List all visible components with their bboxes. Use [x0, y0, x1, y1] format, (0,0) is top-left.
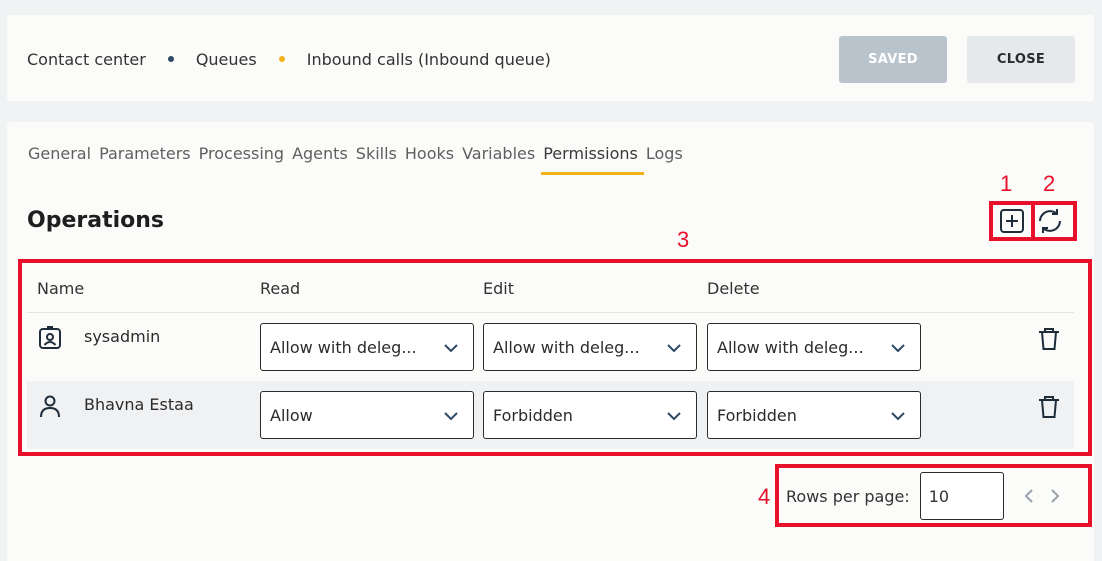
breadcrumb-item-current: Inbound calls (Inbound queue) — [306, 49, 551, 69]
breadcrumb-separator-dot-active — [278, 56, 285, 62]
tab-permissions[interactable]: Permissions — [541, 144, 644, 175]
annotation-box-4 — [775, 464, 1092, 527]
close-button[interactable]: CLOSE — [967, 36, 1075, 83]
tab-bar: General Parameters Processing Agents Ski… — [28, 144, 691, 175]
annotation-label-2: 2 — [1043, 171, 1056, 196]
tab-logs[interactable]: Logs — [646, 144, 683, 173]
saved-button[interactable]: SAVED — [839, 36, 947, 83]
tab-parameters[interactable]: Parameters — [99, 144, 191, 173]
breadcrumb: Contact center Queues Inbound calls (Inb… — [27, 48, 551, 70]
breadcrumb-item-contact-center[interactable]: Contact center — [27, 50, 146, 69]
breadcrumb-separator-dot — [167, 56, 174, 62]
annotation-box-1 — [989, 201, 1035, 241]
section-title: Operations — [27, 208, 164, 233]
tab-agents[interactable]: Agents — [292, 144, 348, 173]
tab-hooks[interactable]: Hooks — [405, 144, 454, 173]
tab-processing[interactable]: Processing — [199, 144, 284, 173]
annotation-box-2 — [1031, 201, 1077, 241]
annotation-label-3: 3 — [677, 227, 690, 252]
header-card: Contact center Queues Inbound calls (Inb… — [7, 15, 1094, 101]
annotation-label-4: 4 — [758, 484, 771, 509]
tab-general[interactable]: General — [28, 144, 91, 173]
tab-variables[interactable]: Variables — [462, 144, 535, 173]
breadcrumb-item-queues[interactable]: Queues — [196, 50, 257, 69]
annotation-label-1: 1 — [1000, 171, 1013, 196]
tab-skills[interactable]: Skills — [356, 144, 397, 173]
annotation-box-3 — [18, 259, 1092, 456]
